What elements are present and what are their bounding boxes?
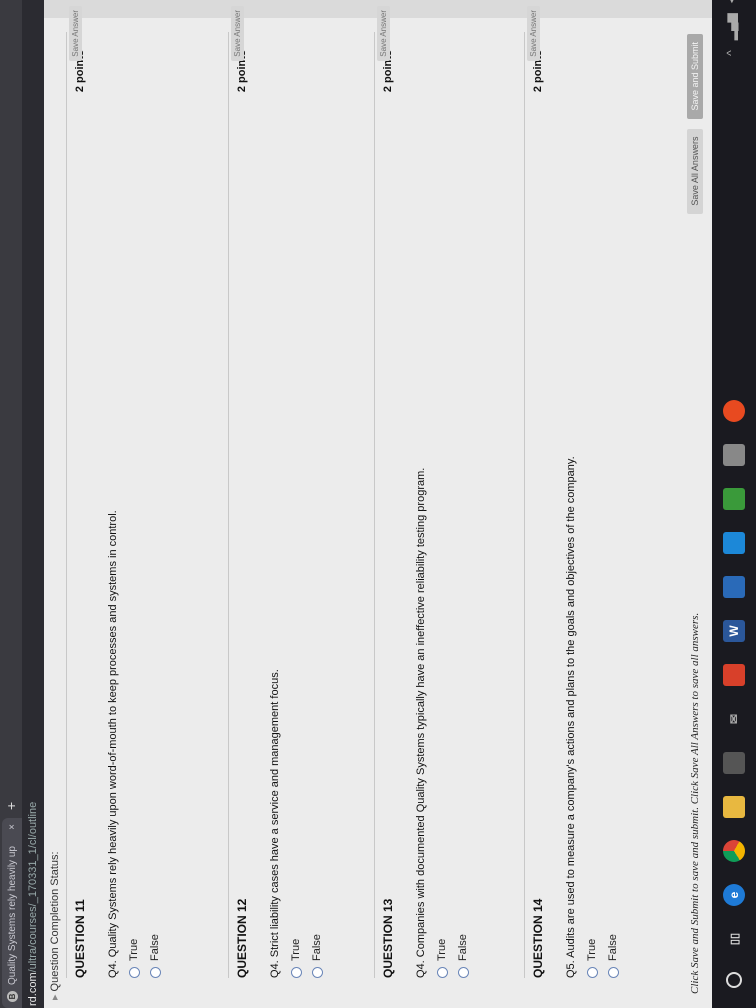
option-false[interactable]: False <box>311 32 323 978</box>
question-title: QUESTION 13 <box>381 898 395 978</box>
option-true[interactable]: True <box>128 32 140 978</box>
start-circle-icon[interactable] <box>726 972 742 988</box>
save-answer-button[interactable]: Save Answer <box>69 6 82 61</box>
question-text: Q5. Audits are used to measure a company… <box>565 456 577 978</box>
url-host: rd.com <box>27 972 39 1006</box>
status-label: Question Completion Status: <box>49 851 61 992</box>
file-explorer-icon[interactable] <box>723 796 745 818</box>
expand-arrow-icon: ▸ <box>49 994 61 1000</box>
address-bar[interactable]: rd.com/ultra/courses/_170331_1/cl/outlin… <box>22 0 44 1008</box>
task-view-icon[interactable]: ▯▯ <box>723 928 745 950</box>
question-11: QUESTION 11 2 points Save Answer Q4. Qua… <box>66 6 161 978</box>
url-path: /ultra/courses/_170331_1/cl/outline <box>27 801 39 973</box>
tab-title: Quality Systems rely heavily up <box>6 846 18 985</box>
option-false[interactable]: False <box>607 32 619 978</box>
save-and-submit-button[interactable]: Save and Submit <box>687 34 703 119</box>
radio-button[interactable] <box>436 967 448 978</box>
save-answer-button[interactable]: Save Answer <box>231 6 244 61</box>
question-14: QUESTION 14 2 points Save Answer Q5. Aud… <box>524 6 619 978</box>
app-icon[interactable] <box>723 664 745 686</box>
save-all-answers-button[interactable]: Save All Answers <box>687 128 703 214</box>
app-icon[interactable] <box>723 532 745 554</box>
option-true[interactable]: True <box>290 32 302 978</box>
mail-icon[interactable]: ✉ <box>723 708 745 730</box>
question-text: Q4. Strict liability cases have a servic… <box>269 669 281 978</box>
option-false[interactable]: False <box>457 32 469 978</box>
app-icon[interactable] <box>723 488 745 510</box>
system-tray: ^ ▂▄▆ ◀ <box>724 0 738 56</box>
radio-button[interactable] <box>457 967 469 978</box>
question-title: QUESTION 14 <box>531 898 545 978</box>
radio-button[interactable] <box>128 967 140 978</box>
app-icon[interactable] <box>723 400 745 422</box>
save-answer-button[interactable]: Save Answer <box>377 6 390 61</box>
question-12: QUESTION 12 2 points Save Answer Q4. Str… <box>228 6 323 978</box>
radio-button[interactable] <box>149 967 161 978</box>
question-13: QUESTION 13 2 points Save Answer Q4. Com… <box>374 6 469 978</box>
completion-status[interactable]: ▸ Question Completion Status: <box>48 851 61 1000</box>
test-page: ▸ Question Completion Status: QUESTION 11… <box>44 0 712 1008</box>
radio-button[interactable] <box>586 967 598 978</box>
new-tab-button[interactable]: + <box>3 802 19 810</box>
close-tab-icon[interactable]: × <box>7 824 18 830</box>
volume-icon[interactable]: ◀ <box>724 0 738 3</box>
question-text: Q4. Companies with documented Quality Sy… <box>415 467 427 978</box>
question-title: QUESTION 11 <box>73 899 87 978</box>
chevron-up-icon[interactable]: ^ <box>724 50 738 56</box>
radio-button[interactable] <box>607 967 619 978</box>
save-answer-button[interactable]: Save Answer <box>527 6 540 61</box>
question-text: Q4. Quality Systems rely heavily upon wo… <box>107 510 119 978</box>
site-logo-icon: B <box>6 991 18 1002</box>
browser-tab[interactable]: B Quality Systems rely heavily up × <box>2 818 22 1008</box>
app-icon[interactable] <box>723 444 745 466</box>
store-icon[interactable] <box>723 752 745 774</box>
question-title: QUESTION 12 <box>235 898 249 978</box>
option-false[interactable]: False <box>149 32 161 978</box>
chrome-browser-icon[interactable] <box>723 840 745 862</box>
radio-button[interactable] <box>290 967 302 978</box>
footer-instructions: Click Save and Submit to save and submit… <box>689 612 701 994</box>
screen: B Quality Systems rely heavily up × + rd… <box>0 0 756 1008</box>
option-true[interactable]: True <box>436 32 448 978</box>
edge-browser-icon[interactable]: e <box>723 884 745 906</box>
network-icon[interactable]: ▂▄▆ <box>724 13 738 40</box>
option-true[interactable]: True <box>586 32 598 978</box>
app-icon[interactable] <box>723 576 745 598</box>
submit-footer: Click Save and Submit to save and submit… <box>684 34 706 994</box>
word-icon[interactable]: W <box>723 620 745 642</box>
taskbar: ▯▯ e ✉ W ^ ▂▄▆ ◀ <box>712 0 756 1008</box>
browser-tab-strip: B Quality Systems rely heavily up × + <box>0 0 22 1008</box>
radio-button[interactable] <box>311 967 323 978</box>
